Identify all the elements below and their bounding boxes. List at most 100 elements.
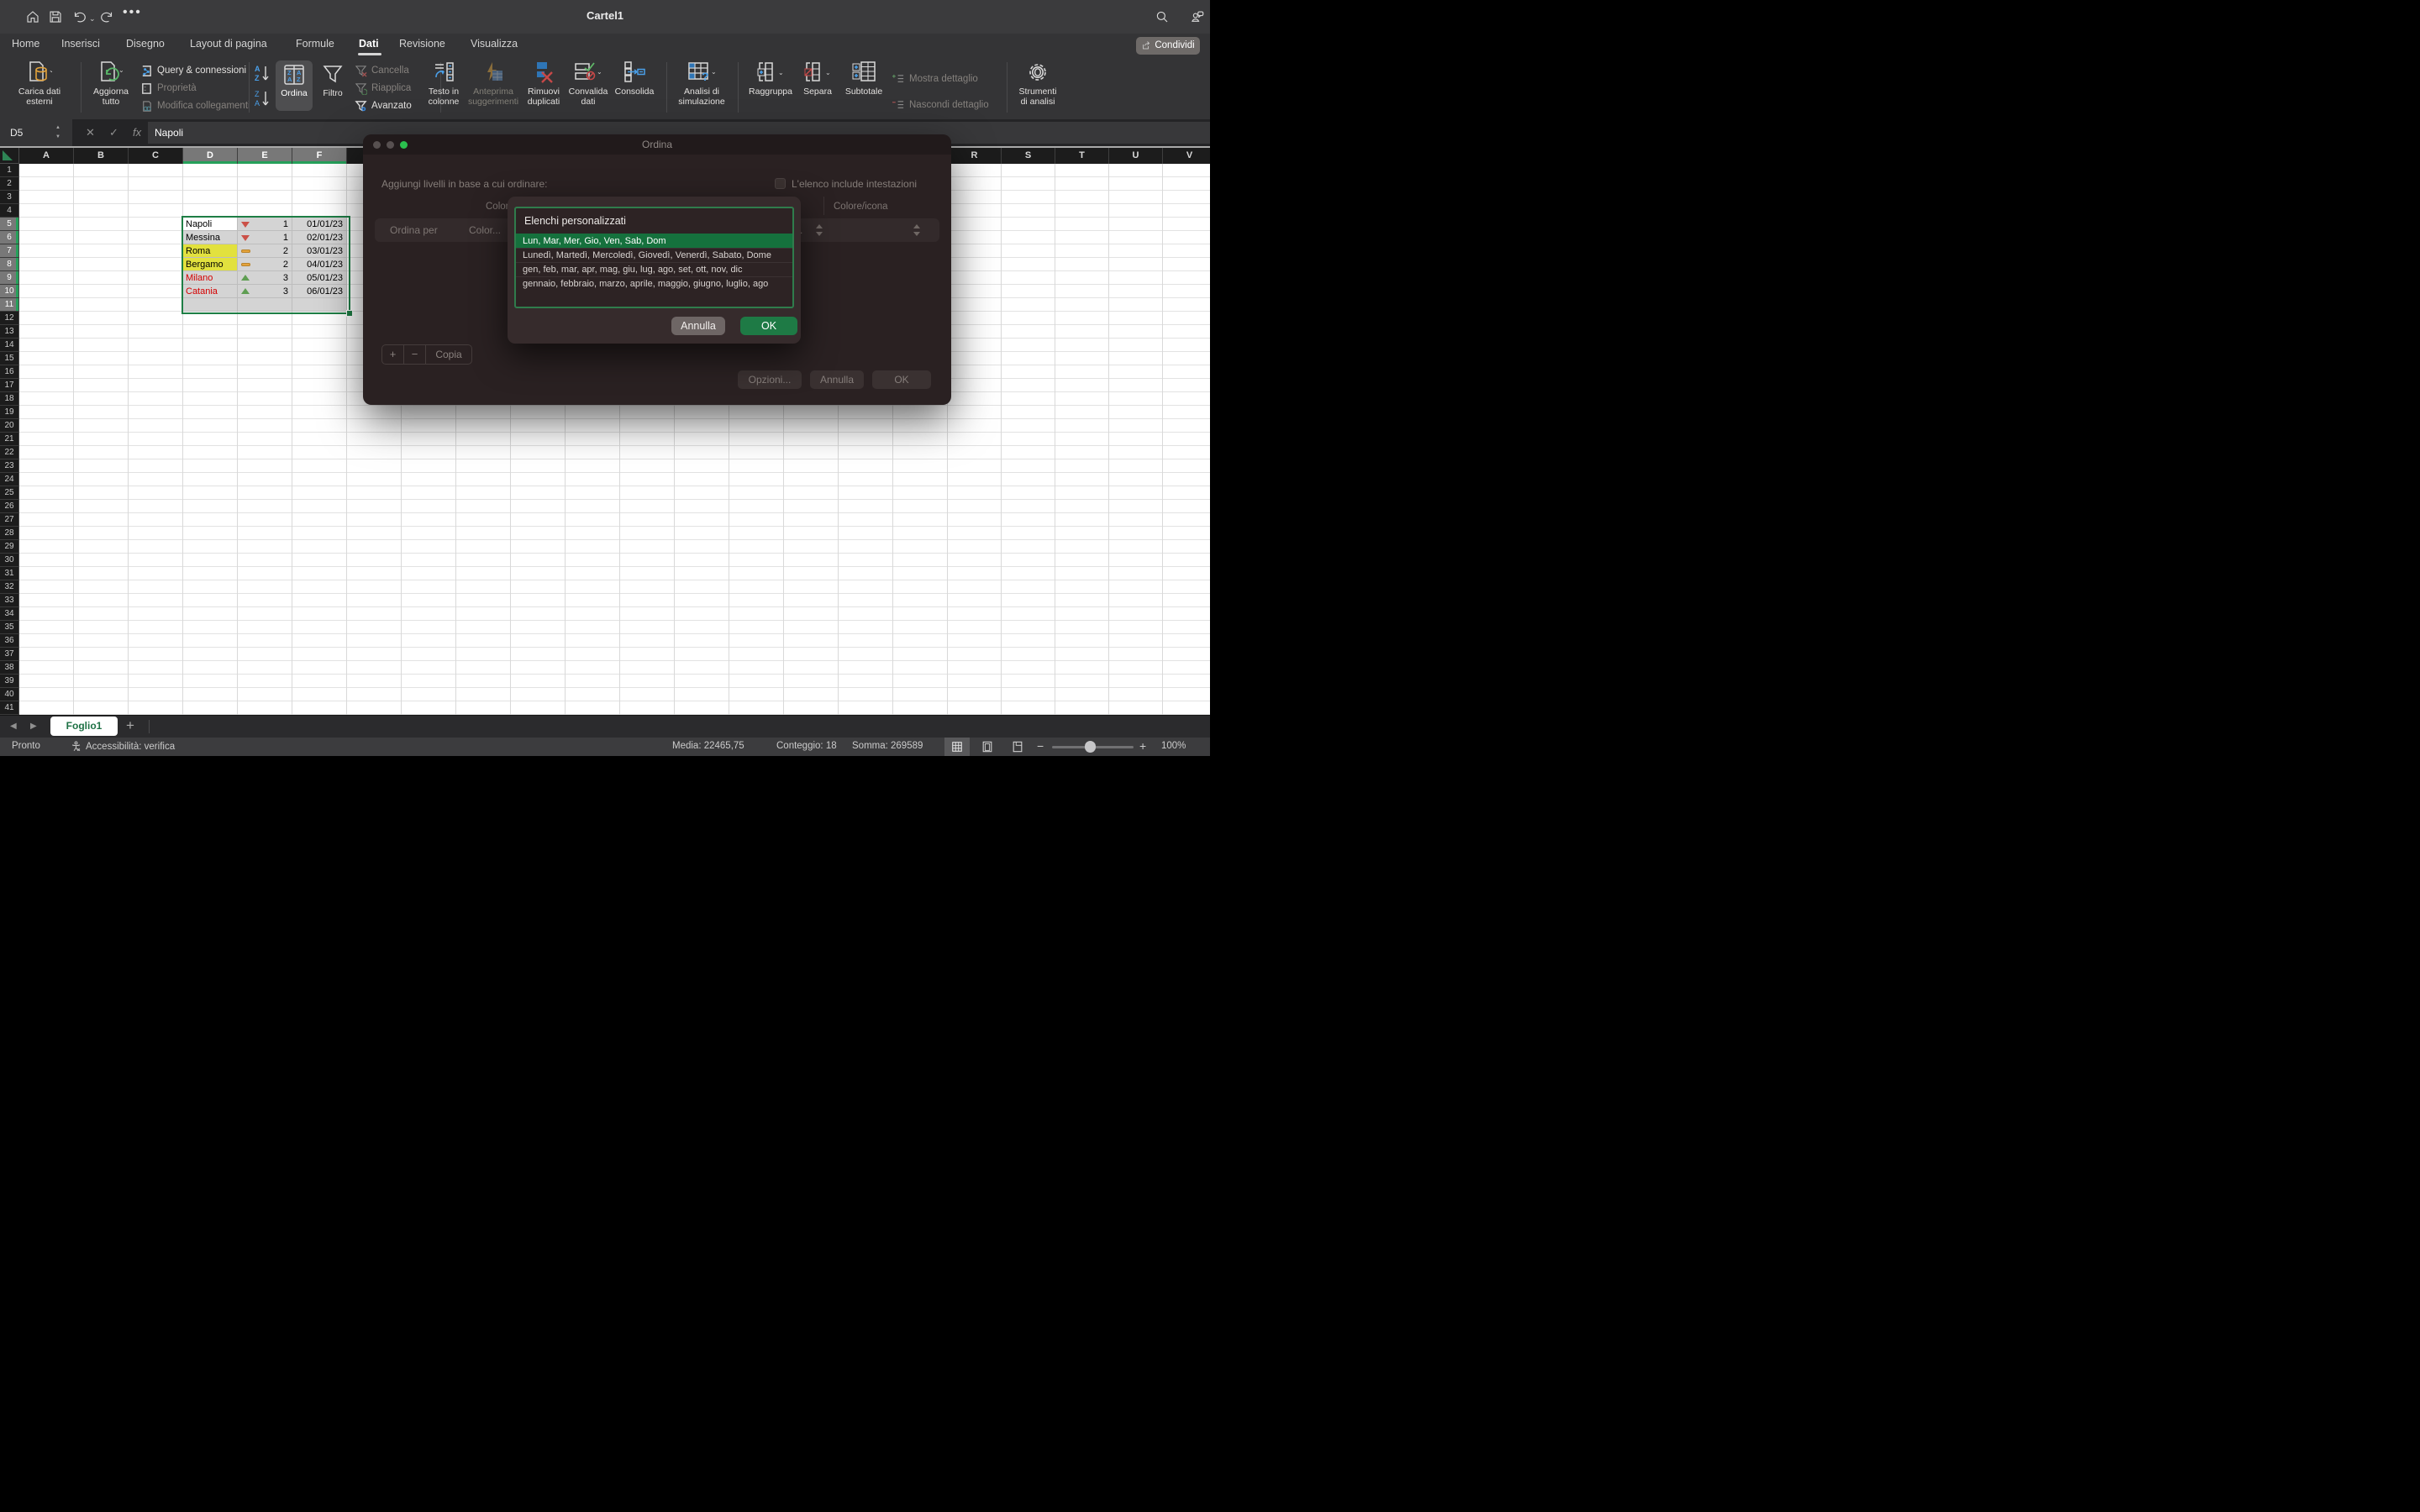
column-header-U[interactable]: U [1109, 148, 1163, 164]
tab-revisione[interactable]: Revisione [399, 38, 445, 50]
modifica-collegamenti-button[interactable]: Modifica collegamenti [140, 98, 250, 113]
custom-list-item-3[interactable]: gennaio, febbraio, marzo, aprile, maggio… [516, 276, 792, 291]
confirm-entry-icon[interactable]: ✓ [109, 119, 118, 146]
row-header-20[interactable]: 20 [0, 419, 19, 433]
tab-visualizza[interactable]: Visualizza [471, 38, 518, 50]
row-header-5[interactable]: 5 [0, 218, 19, 231]
add-sheet-button[interactable]: + [126, 717, 134, 734]
custom-list-item-1[interactable]: Lunedì, Martedì, Mercoledì, Giovedì, Ven… [516, 248, 792, 262]
search-icon[interactable] [1155, 9, 1170, 24]
row-header-26[interactable]: 26 [0, 500, 19, 513]
cancel-entry-icon[interactable]: ✕ [86, 119, 95, 146]
row-header-15[interactable]: 15 [0, 352, 19, 365]
row-header-2[interactable]: 2 [0, 177, 19, 191]
column-header-C[interactable]: C [129, 148, 183, 164]
row-header-36[interactable]: 36 [0, 634, 19, 648]
status-count[interactable]: Conteggio: 18 [776, 741, 837, 751]
row-header-41[interactable]: 41 [0, 701, 19, 715]
row-header-14[interactable]: 14 [0, 339, 19, 352]
name-box[interactable]: D5 [0, 119, 72, 146]
column-header-F[interactable]: F [292, 148, 347, 164]
zoom-out-button[interactable]: − [1037, 739, 1044, 753]
sort-za-button[interactable]: ZA [254, 89, 272, 113]
options-button[interactable]: Opzioni... [738, 370, 802, 389]
row-header-24[interactable]: 24 [0, 473, 19, 486]
column-header-S[interactable]: S [1002, 148, 1055, 164]
row-header-31[interactable]: 31 [0, 567, 19, 580]
cell-E5[interactable]: 1 [238, 218, 292, 231]
dialog-cancel-button[interactable]: Annulla [810, 370, 864, 389]
sort-az-button[interactable]: AZ [254, 64, 272, 88]
row-header-28[interactable]: 28 [0, 527, 19, 540]
popup-cancel-button[interactable]: Annulla [671, 317, 725, 335]
next-sheet-arrow[interactable]: ▶ [30, 722, 37, 731]
remove-level-button[interactable]: − [404, 345, 426, 364]
analisi-simulazione-button[interactable]: ?⌄ Analisi disimulazione [672, 59, 731, 107]
row-header-39[interactable]: 39 [0, 675, 19, 688]
aggiorna-tutto-button[interactable]: ⌄ Aggiornatutto [84, 59, 138, 107]
cell-E9[interactable]: 3 [238, 271, 292, 285]
column-header-V[interactable]: V [1163, 148, 1210, 164]
carica-dati-esterni-button[interactable]: ⌄ Carica datiesterni [7, 59, 72, 107]
dialog-title-bar[interactable]: Ordina [363, 134, 951, 155]
dropdown-updown-icon[interactable] [815, 224, 822, 236]
row-header-3[interactable]: 3 [0, 191, 19, 204]
cell-D9[interactable]: Milano [183, 271, 238, 285]
tab-home[interactable]: Home [12, 38, 39, 50]
row-header-25[interactable]: 25 [0, 486, 19, 500]
sort-column-dropdown[interactable]: Color... [469, 218, 501, 242]
share-button[interactable]: Condividi [1136, 37, 1200, 55]
row-header-38[interactable]: 38 [0, 661, 19, 675]
row-header-27[interactable]: 27 [0, 513, 19, 527]
status-sum[interactable]: Somma: 269589 [852, 741, 923, 751]
row-header-40[interactable]: 40 [0, 688, 19, 701]
row-header-7[interactable]: 7 [0, 244, 19, 258]
cell-F11[interactable] [292, 298, 347, 312]
cell-E10[interactable]: 3 [238, 285, 292, 298]
color-icon-dropdown-updown-icon[interactable] [913, 224, 919, 236]
cell-F10[interactable]: 06/01/23 [292, 285, 347, 298]
custom-list-item-0[interactable]: Lun, Mar, Mer, Gio, Ven, Sab, Dom [516, 234, 792, 248]
riapplica-button[interactable]: Riapplica [355, 81, 411, 96]
cell-F9[interactable]: 05/01/23 [292, 271, 347, 285]
cell-F5[interactable]: 01/01/23 [292, 218, 347, 231]
consolida-button[interactable]: Consolida [613, 59, 656, 97]
column-header-A[interactable]: A [19, 148, 74, 164]
row-header-37[interactable]: 37 [0, 648, 19, 661]
query-connessioni-button[interactable]: Query & connessioni [140, 63, 246, 78]
convalida-dati-button[interactable]: ⌄ Convalidadati [566, 59, 611, 107]
row-header-1[interactable]: 1 [0, 164, 19, 177]
custom-list-item-2[interactable]: gen, feb, mar, apr, mag, giu, lug, ago, … [516, 262, 792, 276]
cell-F8[interactable]: 04/01/23 [292, 258, 347, 271]
headers-checkbox[interactable] [775, 178, 786, 189]
zoom-slider-thumb[interactable] [1085, 741, 1096, 753]
name-box-spinner[interactable]: ▲▼ [55, 123, 60, 142]
row-header-6[interactable]: 6 [0, 231, 19, 244]
tab-inserisci[interactable]: Inserisci [61, 38, 100, 50]
row-header-10[interactable]: 10 [0, 285, 19, 298]
row-header-35[interactable]: 35 [0, 621, 19, 634]
anteprima-suggerimenti-button[interactable]: Anteprimasuggerimenti [464, 59, 523, 107]
cell-F6[interactable]: 02/01/23 [292, 231, 347, 244]
row-header-17[interactable]: 17 [0, 379, 19, 392]
popup-ok-button[interactable]: OK [740, 317, 797, 335]
nascondi-dettaglio-button[interactable]: Nascondi dettaglio [892, 97, 989, 113]
cell-D10[interactable]: Catania [183, 285, 238, 298]
row-header-4[interactable]: 4 [0, 204, 19, 218]
normal-view-button[interactable] [944, 738, 970, 756]
separa-button[interactable]: ⌄ Separa [797, 59, 839, 97]
row-header-18[interactable]: 18 [0, 392, 19, 406]
accessibility-status[interactable]: Accessibilità: verifica [71, 741, 175, 752]
status-media[interactable]: Media: 22465,75 [672, 741, 744, 751]
column-header-D[interactable]: D [183, 148, 238, 164]
tab-layout[interactable]: Layout di pagina [190, 38, 267, 50]
cell-D7[interactable]: Roma [183, 244, 238, 258]
tab-dati[interactable]: Dati [359, 38, 379, 50]
row-header-29[interactable]: 29 [0, 540, 19, 554]
row-header-23[interactable]: 23 [0, 459, 19, 473]
custom-lists-listbox[interactable]: Elenchi personalizzati Lun, Mar, Mer, Gi… [514, 207, 794, 308]
cells-right[interactable] [948, 164, 1210, 715]
cell-E8[interactable]: 2 [238, 258, 292, 271]
proprieta-button[interactable]: Proprietà [140, 81, 197, 96]
copy-level-button[interactable]: Copia [426, 345, 471, 364]
